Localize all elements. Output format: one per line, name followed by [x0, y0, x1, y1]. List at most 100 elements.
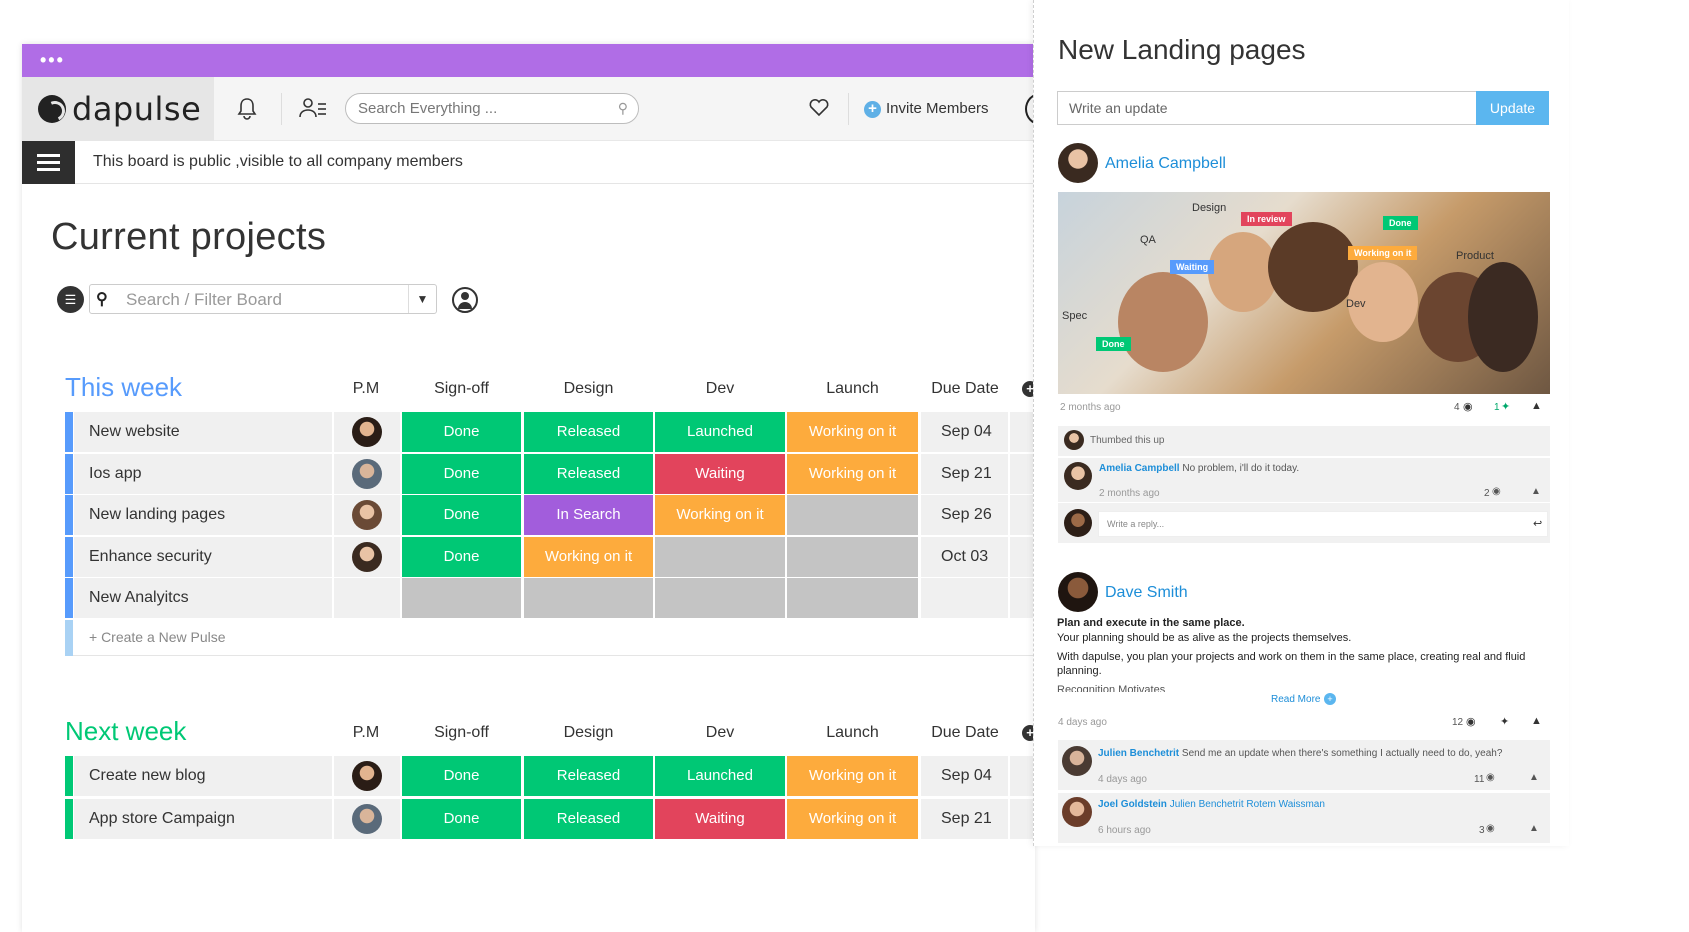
column-header-due-date[interactable]: Due Date	[925, 380, 1005, 398]
group-title[interactable]: This week	[65, 372, 182, 403]
menu-icon[interactable]	[22, 141, 75, 184]
pin-icon[interactable]: ✦	[1500, 715, 1509, 728]
column-header-launch[interactable]: Launch	[787, 724, 918, 742]
table-row[interactable]: Enhance security Done Working on it Oct 03	[65, 536, 1035, 577]
table-row[interactable]: Create new blog Done Released Launched Worki…	[65, 756, 1035, 796]
status-design[interactable]	[524, 578, 653, 618]
status-dev[interactable]: Working on it	[655, 495, 785, 535]
column-header-signoff[interactable]: Sign-off	[402, 380, 521, 398]
status-dev[interactable]: Waiting	[655, 453, 785, 494]
pulse-name[interactable]: New website	[74, 412, 332, 452]
pulse-name[interactable]: New Analyitcs	[74, 578, 332, 618]
pin-icon[interactable]: ✦	[1501, 400, 1510, 413]
thumbs-up-icon[interactable]: ▲	[1531, 486, 1541, 497]
column-header-design[interactable]: Design	[524, 380, 653, 398]
table-row[interactable]: Ios app Done Released Waiting Working on it S…	[65, 453, 1035, 494]
post-image[interactable]: Design In review QA Waiting Done Working…	[1058, 192, 1550, 394]
status-launch[interactable]: Working on it	[787, 453, 918, 494]
write-update-input[interactable]: Write an update	[1057, 91, 1477, 125]
status-signoff[interactable]	[402, 578, 521, 618]
table-row[interactable]: App store Campaign Done Released Waiting Wor…	[65, 799, 1035, 839]
invite-members-button[interactable]: + Invite Members	[864, 97, 989, 121]
status-launch[interactable]	[787, 578, 918, 618]
avatar[interactable]	[1062, 797, 1092, 827]
due-date[interactable]	[921, 578, 1008, 618]
column-header-signoff[interactable]: Sign-off	[402, 724, 521, 742]
column-header-design[interactable]: Design	[524, 724, 653, 742]
pulse-name[interactable]: Enhance security	[74, 536, 332, 577]
status-signoff[interactable]: Done	[402, 536, 521, 577]
pulse-name[interactable]: Create new blog	[74, 756, 332, 796]
group-title[interactable]: Next week	[65, 716, 186, 747]
pm-cell[interactable]	[334, 756, 400, 796]
pulse-name[interactable]: App store Campaign	[74, 799, 332, 839]
due-date[interactable]: Sep 26	[921, 495, 1008, 535]
avatar[interactable]	[352, 761, 382, 791]
status-launch[interactable]: Working on it	[787, 799, 918, 839]
avatar[interactable]	[1064, 430, 1084, 450]
status-dev[interactable]: Launched	[655, 412, 785, 452]
status-signoff[interactable]: Done	[402, 453, 521, 494]
bell-icon[interactable]	[234, 97, 260, 123]
status-launch[interactable]: Working on it	[787, 412, 918, 452]
table-row[interactable]: New website Done Released Launched Working o…	[65, 412, 1035, 452]
create-pulse-row[interactable]: + Create a New Pulse	[65, 619, 1035, 656]
due-date[interactable]: Sep 04	[921, 412, 1008, 452]
eye-icon[interactable]: ◉	[1466, 715, 1476, 728]
pulse-name[interactable]: New landing pages	[74, 495, 332, 535]
status-design[interactable]: Released	[524, 799, 653, 839]
due-date[interactable]: Oct 03	[921, 536, 1008, 577]
comment-mentions[interactable]: Julien Benchetrit Rotem Waissman	[1170, 799, 1325, 810]
chevron-down-icon[interactable]: ▼	[408, 285, 436, 313]
avatar[interactable]	[352, 417, 382, 447]
thumbs-up-icon[interactable]: ▲	[1529, 772, 1539, 783]
avatar[interactable]	[352, 804, 382, 834]
comment-author[interactable]: Amelia Campbell	[1099, 463, 1180, 474]
status-signoff[interactable]: Done	[402, 495, 521, 535]
status-design[interactable]: In Search	[524, 495, 653, 535]
logo[interactable]: dapulse	[22, 77, 214, 141]
status-launch[interactable]	[787, 495, 918, 535]
update-button[interactable]: Update	[1476, 91, 1549, 125]
avatar[interactable]	[352, 500, 382, 530]
pm-cell[interactable]	[334, 495, 400, 535]
table-row[interactable]: New landing pages Done In Search Working on…	[65, 495, 1035, 535]
team-icon[interactable]	[299, 97, 326, 123]
status-signoff[interactable]: Done	[402, 756, 521, 796]
avatar[interactable]	[1064, 509, 1092, 537]
pm-cell[interactable]	[334, 412, 400, 452]
pm-cell[interactable]	[334, 799, 400, 839]
pm-cell[interactable]	[334, 578, 400, 618]
avatar[interactable]	[1062, 746, 1092, 776]
reply-arrow-icon[interactable]: ↩	[1533, 517, 1542, 530]
board-title[interactable]: Current projects	[51, 216, 326, 259]
post-author[interactable]: Dave Smith	[1105, 584, 1188, 602]
status-signoff[interactable]: Done	[402, 412, 521, 452]
status-signoff[interactable]: Done	[402, 799, 521, 839]
comment-author[interactable]: Julien Benchetrit	[1098, 748, 1179, 759]
more-dots-icon[interactable]: •••	[40, 50, 65, 71]
status-launch[interactable]	[787, 536, 918, 577]
thumbs-up-icon[interactable]: ▲	[1531, 715, 1542, 727]
status-design[interactable]: Released	[524, 412, 653, 452]
read-more-link[interactable]: Read More	[1271, 694, 1320, 705]
column-header-dev[interactable]: Dev	[655, 724, 785, 742]
thumbs-up-icon[interactable]: ▲	[1531, 400, 1542, 412]
post-author[interactable]: Amelia Campbell	[1105, 155, 1226, 173]
write-reply-input[interactable]: Write a reply...	[1098, 511, 1548, 537]
eye-icon[interactable]: ◉	[1486, 772, 1495, 783]
person-filter-icon[interactable]	[452, 287, 478, 313]
avatar[interactable]	[352, 541, 382, 572]
column-header-launch[interactable]: Launch	[787, 380, 918, 398]
pm-cell[interactable]	[334, 453, 400, 494]
eye-icon[interactable]: ◉	[1492, 486, 1501, 497]
status-dev[interactable]: Waiting	[655, 799, 785, 839]
avatar[interactable]	[1058, 143, 1098, 183]
due-date[interactable]: Sep 21	[921, 453, 1008, 494]
status-dev[interactable]	[655, 536, 785, 577]
table-row[interactable]: New Analyitcs	[65, 578, 1035, 618]
thumbs-up-icon[interactable]: ▲	[1529, 823, 1539, 834]
avatar[interactable]	[352, 458, 382, 489]
status-design[interactable]: Working on it	[524, 536, 653, 577]
plus-icon[interactable]: +	[1324, 693, 1336, 705]
